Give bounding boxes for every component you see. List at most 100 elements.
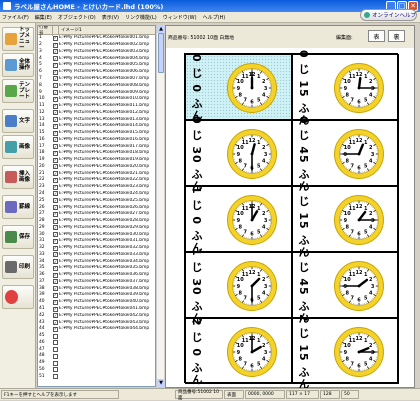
list-row[interactable]: 37✓E:¥My Pictures¥PEC¥tokei¥tokei037.bmp [38, 279, 155, 286]
list-row[interactable]: 36✓E:¥My Pictures¥PEC¥tokei¥tokei036.bmp [38, 272, 155, 279]
list-row[interactable]: 8✓E:¥My Pictures¥PEC¥tokei¥tokei008.bmp [38, 82, 155, 89]
clock-card[interactable]: 0 じ 45 ふん121234567891011 [292, 120, 399, 186]
row-checkbox[interactable]: ✓ [53, 320, 58, 325]
list-row[interactable]: 29✓E:¥My Pictures¥PEC¥tokei¥tokei029.bmp [38, 224, 155, 231]
clock-card[interactable]: 1 じ 0 ふん121234567891011 [185, 186, 292, 252]
clock-card[interactable]: 1 じ 15 ふん121234567891011 [292, 186, 399, 252]
list-row[interactable]: 17✓E:¥My Pictures¥PEC¥tokei¥tokei017.bmp [38, 143, 155, 150]
clock-card[interactable]: 1 じ 45 ふん121234567891011 [292, 252, 399, 318]
list-row[interactable]: 32✓E:¥My Pictures¥PEC¥tokei¥tokei032.bmp [38, 245, 155, 252]
row-checkbox[interactable]: ✓ [53, 70, 58, 75]
sidebar-button-2[interactable]: テンプレート [2, 79, 34, 103]
list-row[interactable]: 9✓E:¥My Pictures¥PEC¥tokei¥tokei009.bmp [38, 89, 155, 96]
list-row[interactable]: 5✓E:¥My Pictures¥PEC¥tokei¥tokei005.bmp [38, 62, 155, 69]
front-side-button[interactable]: 表 [368, 30, 385, 42]
list-row[interactable]: 6✓E:¥My Pictures¥PEC¥tokei¥tokei006.bmp [38, 69, 155, 76]
list-row[interactable]: 1✓E:¥My Pictures¥PEC¥tokei¥tokei001.bmp [38, 35, 155, 42]
row-checkbox[interactable]: ✓ [53, 273, 58, 278]
list-row[interactable]: 31✓E:¥My Pictures¥PEC¥tokei¥tokei031.bmp [38, 238, 155, 245]
clock-card[interactable]: 2 じ 0 ふん121234567891011 [185, 318, 292, 384]
row-checkbox[interactable] [53, 334, 58, 339]
row-checkbox[interactable] [53, 354, 58, 359]
sidebar-button-1[interactable]: 全体操作 [2, 53, 34, 77]
row-checkbox[interactable]: ✓ [53, 151, 58, 156]
sidebar-button-4[interactable]: 画像 [2, 135, 34, 159]
menu-help[interactable]: ヘルプ(H) [203, 14, 226, 21]
list-row[interactable]: 41✓E:¥My Pictures¥PEC¥tokei¥tokei041.bmp [38, 306, 155, 313]
sidebar-button-6[interactable]: 罫線 [2, 195, 34, 219]
list-row[interactable]: 38✓E:¥My Pictures¥PEC¥tokei¥tokei038.bmp [38, 285, 155, 292]
row-checkbox[interactable]: ✓ [53, 158, 58, 163]
row-checkbox[interactable]: ✓ [53, 300, 58, 305]
row-checkbox[interactable]: ✓ [53, 178, 58, 183]
list-row[interactable]: 48 [38, 353, 155, 360]
row-checkbox[interactable]: ✓ [53, 63, 58, 68]
row-checkbox[interactable]: ✓ [53, 171, 58, 176]
row-checkbox[interactable] [53, 374, 58, 379]
menu-object[interactable]: オブジェクト(O) [58, 14, 96, 21]
sidebar-button-8[interactable]: 印刷 [2, 255, 34, 279]
row-checkbox[interactable] [53, 340, 58, 345]
row-checkbox[interactable]: ✓ [53, 56, 58, 61]
menu-edit[interactable]: 編集(E) [35, 14, 52, 21]
list-row[interactable]: 25✓E:¥My Pictures¥PEC¥tokei¥tokei025.bmp [38, 197, 155, 204]
online-help-button[interactable]: オンラインヘルプ [360, 9, 417, 21]
list-row[interactable]: 23✓E:¥My Pictures¥PEC¥tokei¥tokei023.bmp [38, 184, 155, 191]
list-row[interactable]: 16✓E:¥My Pictures¥PEC¥tokei¥tokei016.bmp [38, 136, 155, 143]
row-checkbox[interactable]: ✓ [53, 76, 58, 81]
list-row[interactable]: 26✓E:¥My Pictures¥PEC¥tokei¥tokei026.bmp [38, 204, 155, 211]
row-checkbox[interactable]: ✓ [53, 164, 58, 169]
list-row[interactable]: 4✓E:¥My Pictures¥PEC¥tokei¥tokei004.bmp [38, 55, 155, 62]
list-row[interactable]: 24✓E:¥My Pictures¥PEC¥tokei¥tokei024.bmp [38, 191, 155, 198]
clock-card[interactable]: 1 じ 30 ふん121234567891011 [185, 252, 292, 318]
row-checkbox[interactable]: ✓ [53, 144, 58, 149]
sidebar-button-9[interactable] [2, 285, 34, 309]
list-row[interactable]: 34✓E:¥My Pictures¥PEC¥tokei¥tokei034.bmp [38, 258, 155, 265]
row-checkbox[interactable]: ✓ [53, 131, 58, 136]
sidebar-button-7[interactable]: 保存 [2, 225, 34, 249]
list-row[interactable]: 30✓E:¥My Pictures¥PEC¥tokei¥tokei030.bmp [38, 231, 155, 238]
row-checkbox[interactable]: ✓ [53, 225, 58, 230]
clock-card[interactable]: 2 じ 15 ふん121234567891011 [292, 318, 399, 384]
list-row[interactable]: 15✓E:¥My Pictures¥PEC¥tokei¥tokei015.bmp [38, 130, 155, 137]
row-checkbox[interactable]: ✓ [53, 191, 58, 196]
scroll-up-icon[interactable]: ▲ [157, 25, 165, 33]
row-checkbox[interactable]: ✓ [53, 97, 58, 102]
scroll-down-icon[interactable]: ▼ [157, 379, 165, 387]
back-side-button[interactable]: 裏 [388, 30, 405, 42]
row-checkbox[interactable] [53, 367, 58, 372]
row-checkbox[interactable]: ✓ [53, 90, 58, 95]
menu-view[interactable]: 表示(V) [102, 14, 119, 21]
list-row[interactable]: 2✓E:¥My Pictures¥PEC¥tokei¥tokei002.bmp [38, 42, 155, 49]
list-row[interactable]: 47 [38, 346, 155, 353]
clock-card[interactable]: 0 じ 0 ふん121234567891011 [185, 54, 292, 120]
row-checkbox[interactable]: ✓ [53, 212, 58, 217]
header-image[interactable]: イメージ1 [59, 27, 82, 33]
list-row[interactable]: 39✓E:¥My Pictures¥PEC¥tokei¥tokei039.bmp [38, 292, 155, 299]
menu-link[interactable]: リンク機能(L) [125, 14, 157, 21]
list-row[interactable]: 10✓E:¥My Pictures¥PEC¥tokei¥tokei010.bmp [38, 96, 155, 103]
row-checkbox[interactable]: ✓ [53, 286, 58, 291]
list-row[interactable]: 35✓E:¥My Pictures¥PEC¥tokei¥tokei035.bmp [38, 265, 155, 272]
row-checkbox[interactable]: ✓ [53, 259, 58, 264]
row-checkbox[interactable]: ✓ [53, 205, 58, 210]
list-row[interactable]: 49 [38, 360, 155, 367]
row-checkbox[interactable]: ✓ [53, 279, 58, 284]
row-checkbox[interactable]: ✓ [53, 117, 58, 122]
row-checkbox[interactable]: ✓ [53, 49, 58, 54]
list-row[interactable]: 11✓E:¥My Pictures¥PEC¥tokei¥tokei011.bmp [38, 103, 155, 110]
sidebar-button-3[interactable]: 文字 [2, 109, 34, 133]
row-checkbox[interactable]: ✓ [53, 239, 58, 244]
row-checkbox[interactable]: ✓ [53, 198, 58, 203]
list-row[interactable]: 3✓E:¥My Pictures¥PEC¥tokei¥tokei003.bmp [38, 49, 155, 56]
row-checkbox[interactable]: ✓ [53, 43, 58, 48]
row-checkbox[interactable]: ✓ [53, 313, 58, 318]
list-row[interactable]: 21✓E:¥My Pictures¥PEC¥tokei¥tokei021.bmp [38, 170, 155, 177]
list-row[interactable]: 46 [38, 339, 155, 346]
row-checkbox[interactable]: ✓ [53, 185, 58, 190]
list-row[interactable]: 14✓E:¥My Pictures¥PEC¥tokei¥tokei014.bmp [38, 123, 155, 130]
row-checkbox[interactable]: ✓ [53, 246, 58, 251]
list-row[interactable]: 51 [38, 373, 155, 380]
row-checkbox[interactable]: ✓ [53, 124, 58, 129]
list-row[interactable]: 50 [38, 367, 155, 374]
